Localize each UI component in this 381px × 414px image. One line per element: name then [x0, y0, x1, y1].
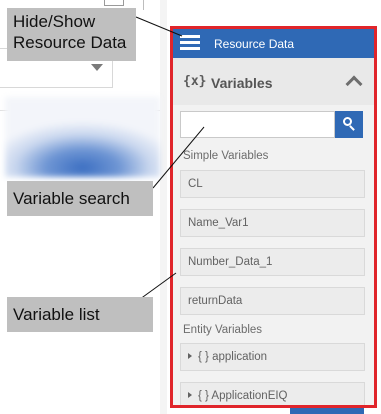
hamburger-icon[interactable] [180, 35, 200, 51]
toolbar-glyph-icon [104, 0, 124, 6]
entity-variable-label: { } ApplicationEIQ [198, 390, 288, 402]
section-title: Variables [211, 75, 273, 91]
variable-item[interactable]: Name_Var1 [180, 209, 365, 237]
entity-variable-label: { } application [198, 351, 268, 363]
chevron-up-icon[interactable] [345, 75, 363, 93]
divider [143, 0, 144, 10]
entity-variable-item[interactable]: { } ApplicationEIQ [180, 382, 365, 405]
variable-item[interactable]: CL [180, 170, 365, 198]
chevron-down-icon [91, 64, 103, 71]
variable-search-input[interactable] [180, 111, 335, 138]
caret-right-icon[interactable] [188, 392, 192, 398]
variables-section-header[interactable]: {x} Variables [173, 58, 374, 105]
callout-variable-search: Variable search [7, 181, 153, 216]
variable-item[interactable]: Number_Data_1 [180, 248, 365, 276]
footer-button[interactable] [290, 407, 364, 414]
variables-icon: {x} [183, 74, 207, 89]
panel-header: Resource Data [173, 29, 374, 58]
entity-variable-item[interactable]: { } application [180, 343, 365, 371]
variable-item[interactable]: returnData [180, 287, 365, 315]
search-icon [343, 117, 355, 131]
entity-variables-label: Entity Variables [183, 324, 263, 336]
callout-hide-show: Hide/Show Resource Data [7, 8, 136, 61]
blurred-image [5, 97, 160, 177]
callout-variable-list: Variable list [7, 297, 153, 332]
caret-right-icon[interactable] [188, 353, 192, 359]
simple-variables-label: Simple Variables [183, 150, 269, 162]
panel-title: Resource Data [214, 37, 295, 51]
resource-data-panel: Resource Data {x} Variables Simple Varia… [170, 26, 377, 408]
search-button[interactable] [335, 111, 363, 138]
